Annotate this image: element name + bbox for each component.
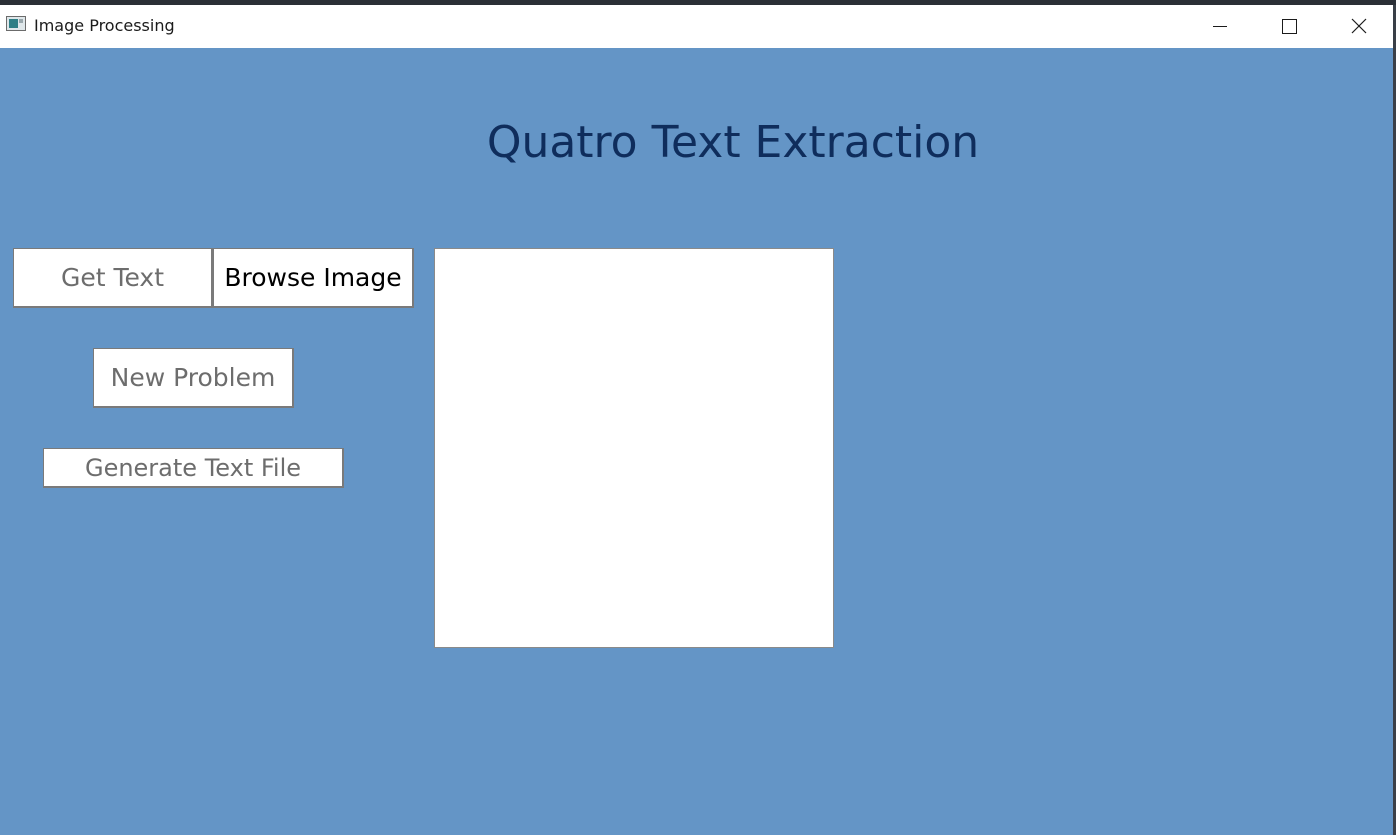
browse-image-button[interactable]: Browse Image xyxy=(213,248,414,308)
minimize-button[interactable] xyxy=(1184,5,1254,48)
maximize-button[interactable] xyxy=(1254,5,1324,48)
get-text-button[interactable]: Get Text xyxy=(13,248,213,308)
close-button[interactable] xyxy=(1323,5,1393,48)
window-title: Image Processing xyxy=(34,16,175,35)
minimize-icon xyxy=(1213,26,1227,27)
title-bar[interactable]: Image Processing xyxy=(0,5,1393,48)
maximize-icon xyxy=(1282,19,1297,34)
app-window: Image Processing Quatro Text Extraction … xyxy=(0,5,1393,835)
close-icon xyxy=(1351,18,1367,34)
app-icon xyxy=(6,16,26,31)
generate-text-file-button[interactable]: Generate Text File xyxy=(43,448,344,488)
page-title: Quatro Text Extraction xyxy=(486,117,980,168)
image-preview-panel xyxy=(434,248,834,648)
new-problem-button[interactable]: New Problem xyxy=(93,348,294,408)
